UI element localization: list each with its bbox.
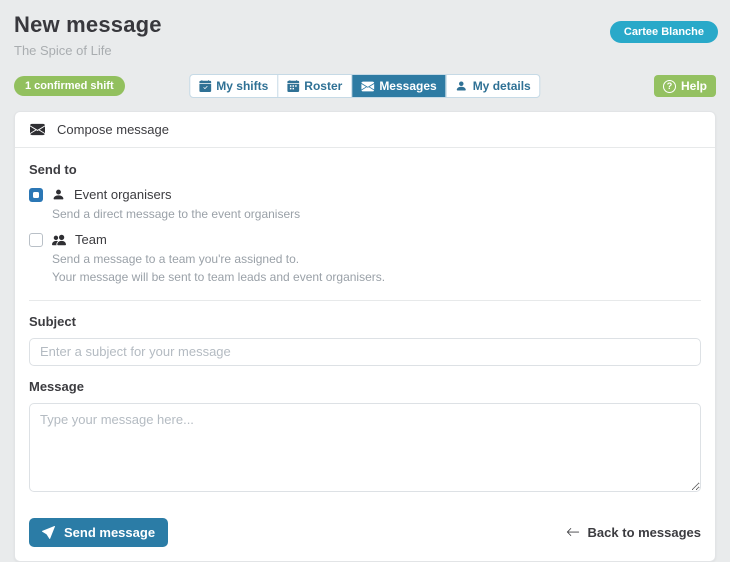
tab-my-details[interactable]: My details [447, 75, 540, 97]
tab-bar: My shifts Roster Messages My details [189, 74, 541, 98]
tab-label: Messages [379, 79, 437, 93]
subject-label: Subject [29, 313, 76, 329]
paper-plane-icon [42, 525, 55, 539]
envelope-icon [30, 122, 45, 137]
message-textarea[interactable] [29, 402, 701, 492]
tab-roster[interactable]: Roster [278, 75, 353, 97]
compose-card-header: Compose message [15, 112, 715, 148]
send-message-button[interactable]: Send message [29, 517, 169, 547]
subject-input[interactable] [29, 337, 701, 366]
calendar-icon [287, 80, 300, 92]
subject-field-group: Subject [29, 314, 701, 366]
tab-label: Roster [304, 79, 343, 93]
option-row[interactable]: Event organisers [29, 187, 701, 202]
toolbar: 1 confirmed shift My shifts Roster Messa… [14, 74, 716, 98]
help-label: Help [680, 79, 707, 93]
page-subtitle: The Spice of Life [14, 43, 112, 58]
event-organisers-checkbox[interactable] [29, 187, 43, 202]
send-button-label: Send message [64, 524, 156, 540]
compose-header-label: Compose message [57, 122, 169, 137]
option-row[interactable]: Team [29, 232, 701, 247]
compose-card: Compose message Send to Event organisers… [14, 111, 716, 562]
arrow-left-icon [566, 525, 580, 539]
question-circle-icon: ? [662, 79, 676, 93]
team-checkbox[interactable] [29, 232, 43, 247]
tab-my-shifts[interactable]: My shifts [190, 75, 279, 97]
org-button[interactable]: Cartee Blanche [609, 21, 718, 43]
message-label: Message [29, 378, 84, 394]
tab-messages[interactable]: Messages [352, 75, 447, 97]
calendar-check-icon [199, 80, 212, 92]
option-description: Your message will be sent to team leads … [52, 270, 386, 285]
page: New message The Spice of Life Cartee Bla… [0, 0, 730, 562]
option-description: Send a message to a team you're assigned… [52, 252, 300, 267]
send-to-option-team: Team Send a message to a team you're ass… [29, 232, 701, 285]
confirmed-shift-badge: 1 confirmed shift [14, 76, 125, 96]
back-link-label: Back to messages [587, 524, 701, 540]
option-label: Team [75, 232, 107, 248]
help-button[interactable]: ? Help [653, 75, 716, 97]
person-icon [456, 80, 468, 92]
option-label: Event organisers [74, 187, 172, 202]
page-header: New message The Spice of Life Cartee Bla… [14, 12, 718, 58]
tab-label: My shifts [216, 79, 269, 93]
tab-label: My details [472, 79, 531, 93]
message-field-group: Message [29, 379, 701, 497]
option-description: Send a direct message to the event organ… [52, 207, 301, 221]
compose-card-body: Send to Event organisers Send a direct m… [15, 148, 715, 561]
section-divider [29, 299, 701, 301]
send-to-option-event-organisers: Event organisers Send a direct message t… [29, 187, 701, 222]
compose-footer: Send message Back to messages [29, 517, 701, 547]
people-icon [52, 233, 66, 247]
send-to-label: Send to [29, 162, 77, 177]
envelope-icon [361, 80, 375, 93]
person-icon [52, 188, 65, 201]
back-to-messages-link[interactable]: Back to messages [566, 525, 701, 540]
